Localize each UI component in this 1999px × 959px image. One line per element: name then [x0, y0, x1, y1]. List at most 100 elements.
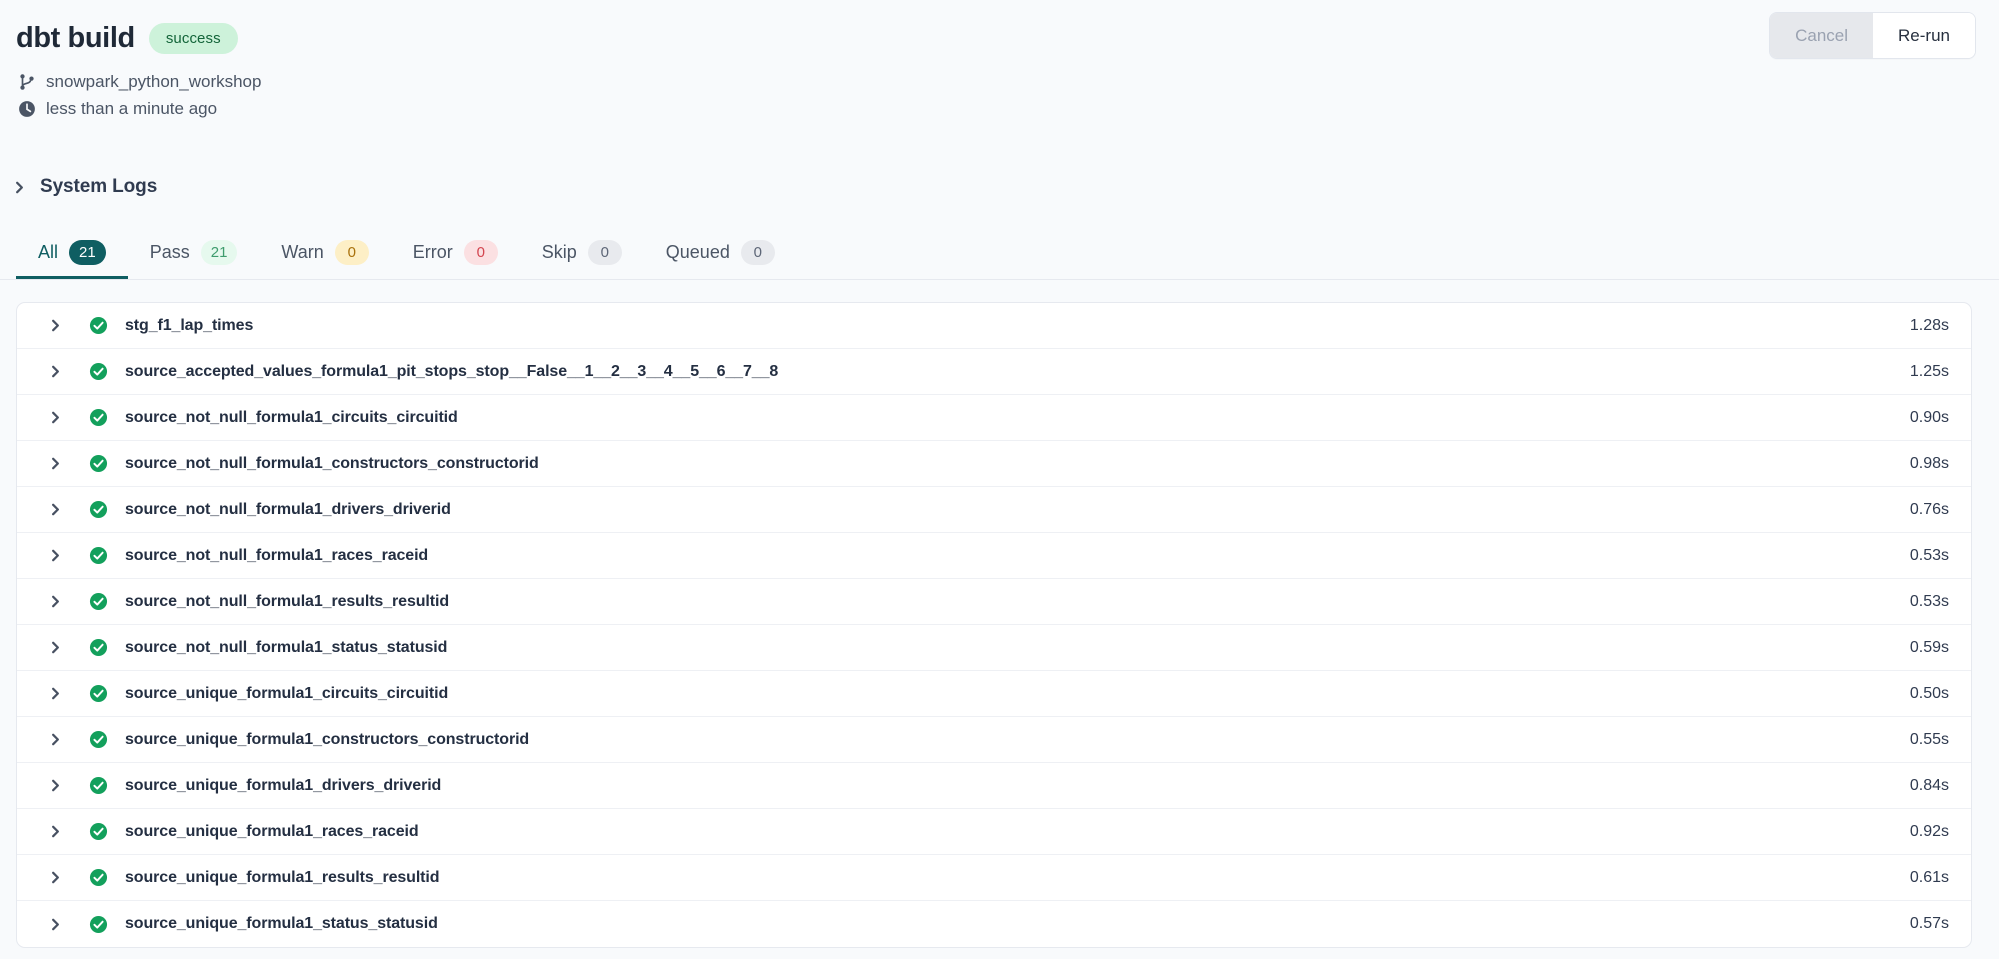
success-check-icon [89, 454, 108, 473]
table-row[interactable]: source_not_null_formula1_results_resulti… [17, 579, 1971, 625]
success-check-icon [89, 362, 108, 381]
chevron-right-icon [9, 177, 29, 197]
success-check-icon [89, 776, 108, 795]
chevron-right-icon[interactable] [35, 824, 75, 839]
row-node-name: source_not_null_formula1_drivers_driveri… [125, 501, 451, 519]
tab-warn[interactable]: Warn 0 [259, 228, 390, 279]
chevron-right-icon[interactable] [35, 686, 75, 701]
chevron-right-icon[interactable] [35, 410, 75, 425]
row-node-name: source_unique_formula1_drivers_driverid [125, 777, 441, 795]
success-check-icon [89, 822, 108, 841]
tab-count-badge: 0 [335, 240, 369, 265]
row-node-name: source_not_null_formula1_races_raceid [125, 547, 428, 565]
dbt-run-page: dbt build success snowpark_python_worksh… [0, 0, 1999, 959]
tab-pass[interactable]: Pass 21 [128, 228, 260, 279]
chevron-right-icon[interactable] [35, 318, 75, 333]
system-logs-label: System Logs [40, 176, 157, 198]
success-check-icon [89, 730, 108, 749]
table-row[interactable]: source_unique_formula1_status_statusid 0.… [17, 901, 1971, 947]
chevron-right-icon[interactable] [35, 640, 75, 655]
row-node-name: source_accepted_values_formula1_pit_stop… [125, 363, 778, 381]
table-row[interactable]: source_unique_formula1_circuits_circuiti… [17, 671, 1971, 717]
tab-label: Error [413, 242, 453, 263]
title-row: dbt build success [16, 18, 1975, 58]
row-node-name: source_not_null_formula1_results_resulti… [125, 593, 449, 611]
row-node-name: stg_f1_lap_times [125, 317, 253, 335]
page-title: dbt build [16, 22, 135, 55]
success-check-icon [89, 316, 108, 335]
table-row[interactable]: source_not_null_formula1_drivers_driveri… [17, 487, 1971, 533]
table-row[interactable]: source_not_null_formula1_races_raceid 0.5… [17, 533, 1971, 579]
success-check-icon [89, 546, 108, 565]
tab-label: Pass [150, 242, 190, 263]
table-row[interactable]: stg_f1_lap_times 1.28s [17, 303, 1971, 349]
chevron-right-icon[interactable] [35, 917, 75, 932]
table-row[interactable]: source_not_null_formula1_status_statusid… [17, 625, 1971, 671]
row-duration: 0.98s [1910, 455, 1949, 473]
clock-icon [16, 98, 37, 119]
success-check-icon [89, 500, 108, 519]
table-row[interactable]: source_unique_formula1_drivers_driverid 0… [17, 763, 1971, 809]
row-duration: 1.25s [1910, 363, 1949, 381]
row-node-name: source_unique_formula1_races_raceid [125, 823, 419, 841]
success-check-icon [89, 684, 108, 703]
chevron-right-icon[interactable] [35, 502, 75, 517]
table-row[interactable]: source_not_null_formula1_constructors_co… [17, 441, 1971, 487]
time-meta: less than a minute ago [16, 98, 1975, 119]
success-check-icon [89, 638, 108, 657]
table-row[interactable]: source_unique_formula1_results_resultid 0… [17, 855, 1971, 901]
tab-label: Skip [542, 242, 577, 263]
row-node-name: source_unique_formula1_circuits_circuiti… [125, 685, 448, 703]
row-duration: 0.92s [1910, 823, 1949, 841]
row-duration: 0.55s [1910, 731, 1949, 749]
tab-count-badge: 0 [464, 240, 498, 265]
action-button-group: Cancel Re-run [1770, 13, 1975, 58]
success-check-icon [89, 592, 108, 611]
table-row[interactable]: source_not_null_formula1_circuits_circui… [17, 395, 1971, 441]
tab-count-badge: 21 [69, 240, 106, 265]
row-node-name: source_unique_formula1_results_resultid [125, 869, 439, 887]
chevron-right-icon[interactable] [35, 732, 75, 747]
tab-queued[interactable]: Queued 0 [644, 228, 797, 279]
rerun-button[interactable]: Re-run [1873, 13, 1975, 58]
branch-meta: snowpark_python_workshop [16, 71, 1975, 92]
chevron-right-icon[interactable] [35, 456, 75, 471]
table-row[interactable]: source_accepted_values_formula1_pit_stop… [17, 349, 1971, 395]
tab-skip[interactable]: Skip0 [520, 228, 644, 279]
chevron-right-icon[interactable] [35, 364, 75, 379]
row-duration: 0.59s [1910, 639, 1949, 657]
run-header: dbt build success snowpark_python_worksh… [0, 0, 1999, 148]
tab-all[interactable]: All21 [16, 228, 128, 279]
tab-count-badge: 0 [741, 240, 775, 265]
success-check-icon [89, 868, 108, 887]
status-filter-tabs: All21 Pass 21 Warn 0 Error 0 Skip0 Queued 0 [0, 228, 1999, 280]
row-duration: 0.57s [1910, 915, 1949, 933]
row-duration: 0.50s [1910, 685, 1949, 703]
table-row[interactable]: source_unique_formula1_races_raceid 0.92s [17, 809, 1971, 855]
system-logs-toggle[interactable]: System Logs [0, 176, 157, 198]
row-duration: 0.53s [1910, 593, 1949, 611]
chevron-right-icon[interactable] [35, 548, 75, 563]
chevron-right-icon[interactable] [35, 594, 75, 609]
tab-count-badge: 21 [201, 240, 238, 265]
row-duration: 0.90s [1910, 409, 1949, 427]
row-duration: 0.84s [1910, 777, 1949, 795]
tab-label: Warn [281, 242, 323, 263]
run-time: less than a minute ago [46, 99, 217, 119]
chevron-right-icon[interactable] [35, 870, 75, 885]
git-branch-icon [16, 71, 37, 92]
row-node-name: source_not_null_formula1_circuits_circui… [125, 409, 458, 427]
tab-label: Queued [666, 242, 730, 263]
row-node-name: source_unique_formula1_status_statusid [125, 915, 438, 933]
tab-error[interactable]: Error 0 [391, 228, 520, 279]
row-duration: 0.53s [1910, 547, 1949, 565]
table-row[interactable]: source_unique_formula1_constructors_cons… [17, 717, 1971, 763]
chevron-right-icon[interactable] [35, 778, 75, 793]
status-badge: success [149, 23, 238, 54]
row-duration: 1.28s [1910, 317, 1949, 335]
row-duration: 0.76s [1910, 501, 1949, 519]
success-check-icon [89, 915, 108, 934]
cancel-button[interactable]: Cancel [1770, 13, 1873, 58]
row-node-name: source_not_null_formula1_constructors_co… [125, 455, 539, 473]
row-duration: 0.61s [1910, 869, 1949, 887]
